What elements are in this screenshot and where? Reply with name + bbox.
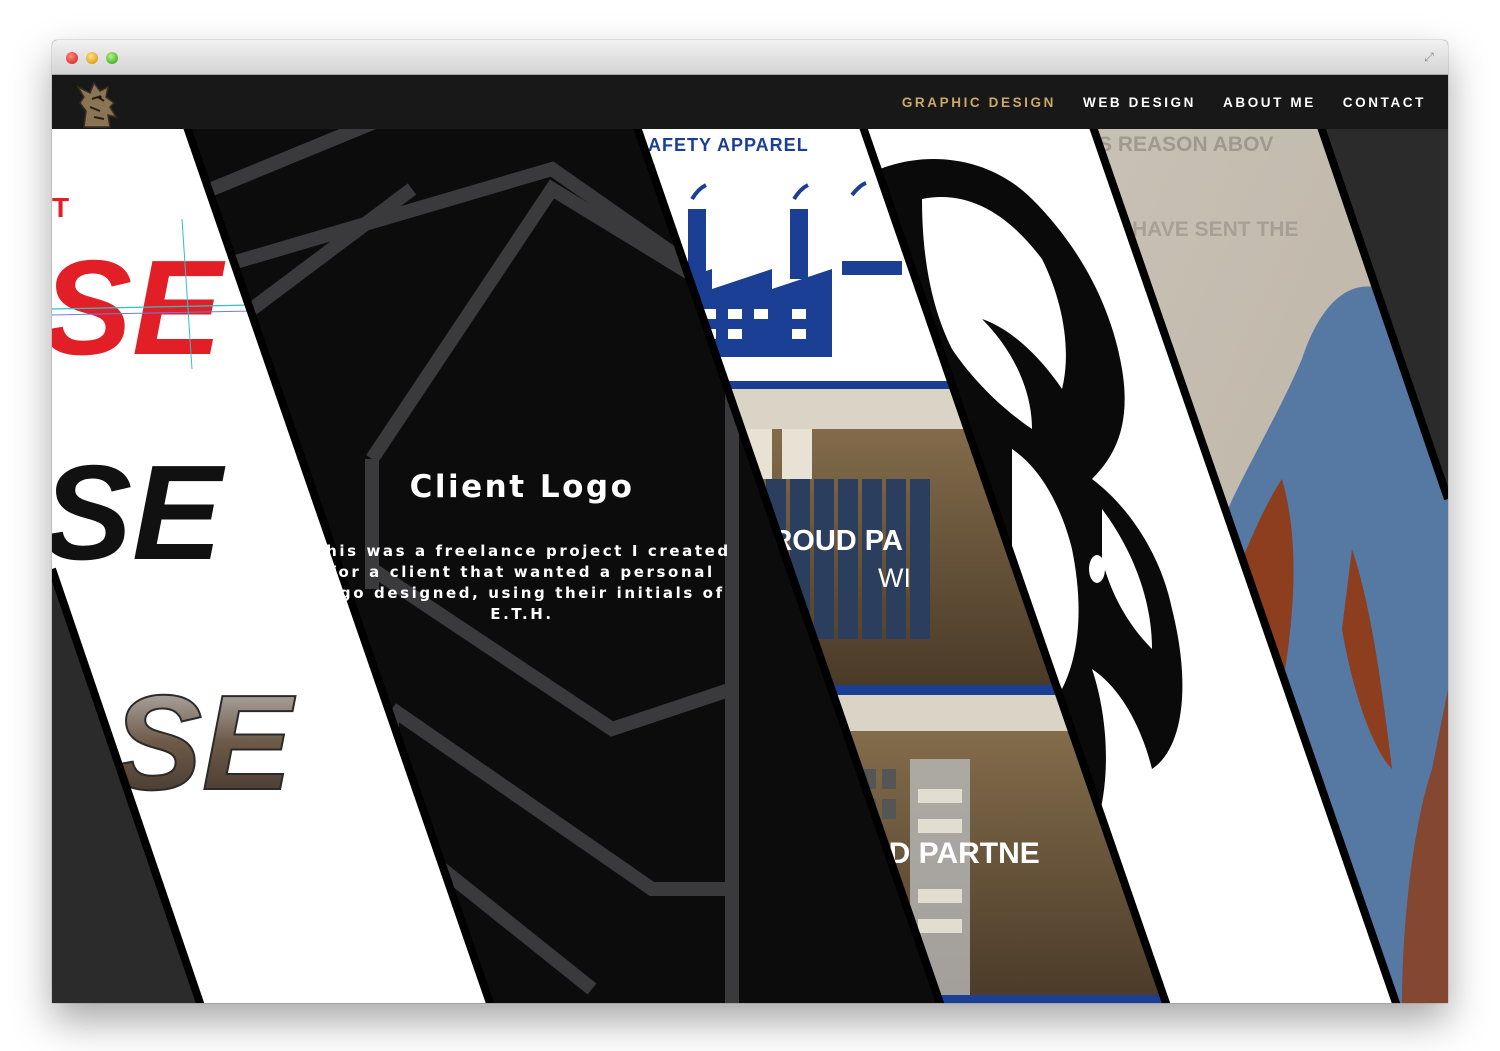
close-window-button[interactable] <box>66 52 78 64</box>
nav-about-me[interactable]: ABOUT ME <box>1223 95 1316 110</box>
project-caption: Client Logo This was a freelance project… <box>302 469 742 625</box>
nav-graphic-design[interactable]: GRAPHIC DESIGN <box>902 95 1056 110</box>
main-nav: GRAPHIC DESIGN WEB DESIGN ABOUT ME CONTA… <box>902 75 1426 129</box>
svg-text:SE: SE <box>112 667 296 818</box>
svg-text:HAVE SENT THE: HAVE SENT THE <box>1132 218 1298 241</box>
window-titlebar: ⤢ <box>52 40 1448 75</box>
svg-text:SE: SE <box>52 437 226 588</box>
browser-window: ⤢ GRAPHIC DESIGN WEB DESIGN ABOUT ME CON… <box>52 40 1448 1003</box>
nav-contact[interactable]: CONTACT <box>1343 95 1426 110</box>
nav-web-design[interactable]: WEB DESIGN <box>1083 95 1196 110</box>
project-title: Client Logo <box>409 469 635 505</box>
svg-text:S REASON ABOV: S REASON ABOV <box>1098 133 1273 156</box>
project-description: This was a freelance project I created f… <box>313 542 731 623</box>
diagonal-panels: T SE SE SE AFETY APPAREL PROUD PA WI ROU… <box>52 129 1448 1003</box>
wolf-logo-icon[interactable] <box>70 77 126 129</box>
svg-text:T: T <box>52 192 69 223</box>
site-header: GRAPHIC DESIGN WEB DESIGN ABOUT ME CONTA… <box>52 75 1448 129</box>
portfolio-hero: T SE SE SE AFETY APPAREL PROUD PA WI ROU… <box>52 129 1448 1003</box>
minimize-window-button[interactable] <box>86 52 98 64</box>
svg-text:WI: WI <box>878 563 911 593</box>
expand-icon[interactable]: ⤢ <box>1422 50 1436 64</box>
svg-text:AFETY APPAREL: AFETY APPAREL <box>648 135 809 155</box>
maximize-window-button[interactable] <box>106 52 118 64</box>
